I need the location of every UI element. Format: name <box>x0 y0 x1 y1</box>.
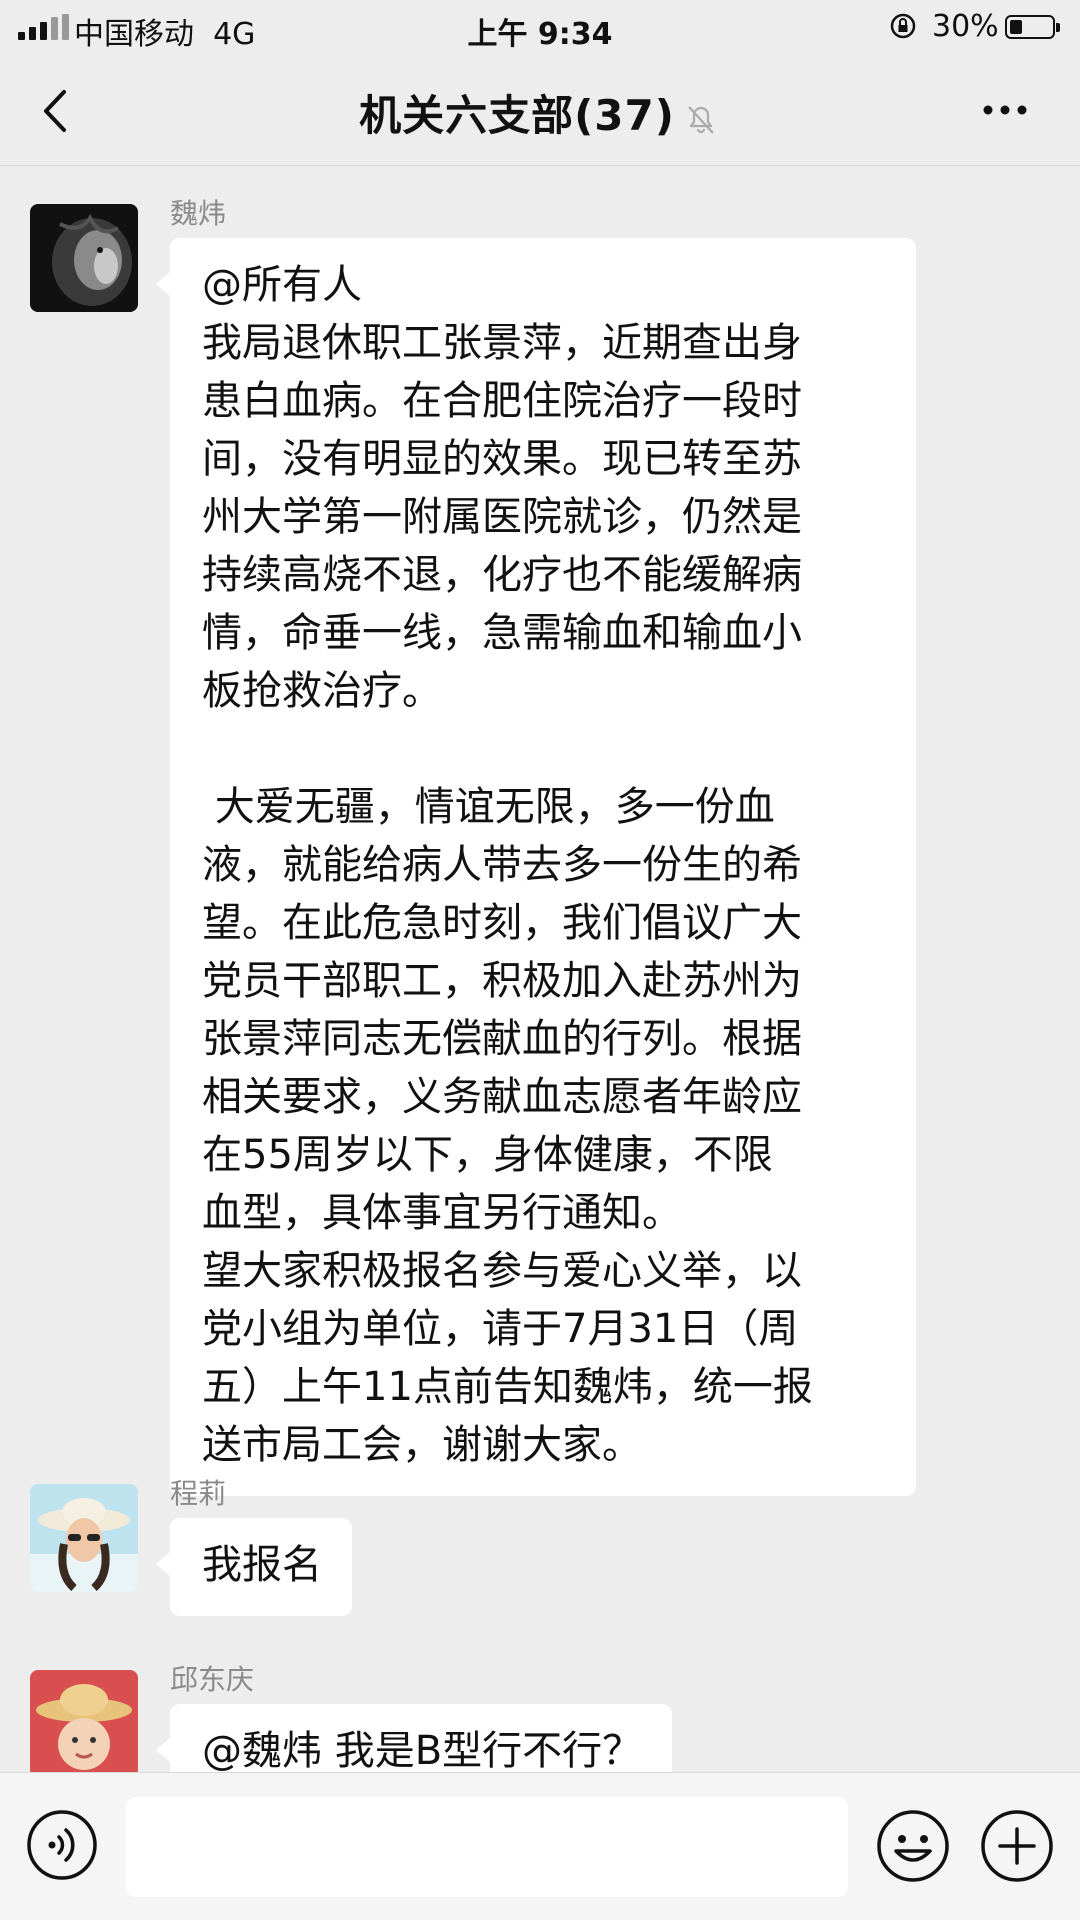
message-line: 望。在此危急时刻，我们倡议广大 <box>202 900 802 946</box>
message-line: 党小组为单位，请于7月31日（周 <box>202 1306 799 1352</box>
message-line: 大爱无疆，情谊无限，多一份血 <box>202 784 775 830</box>
rotation-lock-icon <box>890 13 916 39</box>
message-line: 张景萍同志无偿献血的行列。根据 <box>202 1016 802 1062</box>
sender-name: 魏炜 <box>170 197 227 230</box>
input-bar <box>0 1772 1080 1920</box>
message-line: 持续高烧不退，化疗也不能缓解病 <box>202 552 802 598</box>
sender-name: 邱东庆 <box>170 1663 255 1696</box>
voice-icon[interactable] <box>26 1809 98 1881</box>
message-line: 间，没有明显的效果。现已转至苏 <box>202 436 802 482</box>
muted-bell-icon <box>688 105 714 134</box>
message-text: 我报名 <box>202 1542 322 1588</box>
more-dots-icon[interactable] <box>980 98 1030 122</box>
battery-icon <box>1005 15 1060 39</box>
message-line: 党员干部职工，积极加入赴苏州为 <box>202 958 802 1004</box>
message-line: 患白血病。在合肥住院治疗一段时 <box>202 378 802 424</box>
chat-title-wrap: 机关六支部(37) <box>0 82 1080 143</box>
message-line: 我局退休职工张景萍，近期查出身 <box>202 320 802 366</box>
message-line: 州大学第一附属医院就诊，仍然是 <box>202 494 802 540</box>
sender-name: 程莉 <box>170 1477 227 1510</box>
message-line: 情，命垂一线，急需输血和输血小 <box>202 610 802 656</box>
emoji-icon[interactable] <box>876 1809 950 1883</box>
plus-icon[interactable] <box>980 1809 1054 1883</box>
message-line: 板抢救治疗。 <box>202 668 442 714</box>
avatar-woman[interactable] <box>30 1484 138 1592</box>
message-line: 送市局工会，谢谢大家。 <box>202 1422 642 1468</box>
woman-sunhat-avatar-icon <box>30 1484 138 1592</box>
message-line: @所有人 <box>202 262 362 308</box>
message-line: 望大家积极报名参与爱心义举，以 <box>202 1248 802 1294</box>
message-line <box>202 720 886 778</box>
message-line: 在55周岁以下，身体健康，不限 <box>202 1132 773 1178</box>
message-line: 血型，具体事宜另行通知。 <box>202 1190 682 1236</box>
avatar-lion[interactable] <box>30 204 138 312</box>
battery-percent: 30% <box>932 9 999 44</box>
message-bubble[interactable]: 我报名 <box>156 1518 352 1616</box>
chat-title: 机关六支部(37) <box>359 91 675 140</box>
status-bar: 中国移动 4G 上午 9:34 30% <box>0 0 1080 56</box>
message-bubble[interactable]: @所有人我局退休职工张景萍，近期查出身 患白血病。在合肥住院治疗一段时 间，没有明显… <box>156 238 916 1496</box>
message-line: 液，就能给病人带去多一份生的希 <box>202 842 802 888</box>
message-line: 相关要求，义务献血志愿者年龄应 <box>202 1074 802 1120</box>
status-time: 上午 9:34 <box>467 17 613 52</box>
title-bar: 机关六支部(37) <box>0 56 1080 166</box>
avatar-child[interactable] <box>30 1670 138 1778</box>
lion-avatar-icon <box>30 204 138 312</box>
message-input[interactable] <box>126 1797 848 1897</box>
message-line: 五）上午11点前告知魏炜，统一报 <box>202 1364 813 1410</box>
chat-screen: 中国移动 4G 上午 9:34 30% 机关六支部(37) 魏炜 @所有人 我局… <box>0 0 1080 1920</box>
child-strawhat-avatar-icon <box>30 1670 138 1778</box>
